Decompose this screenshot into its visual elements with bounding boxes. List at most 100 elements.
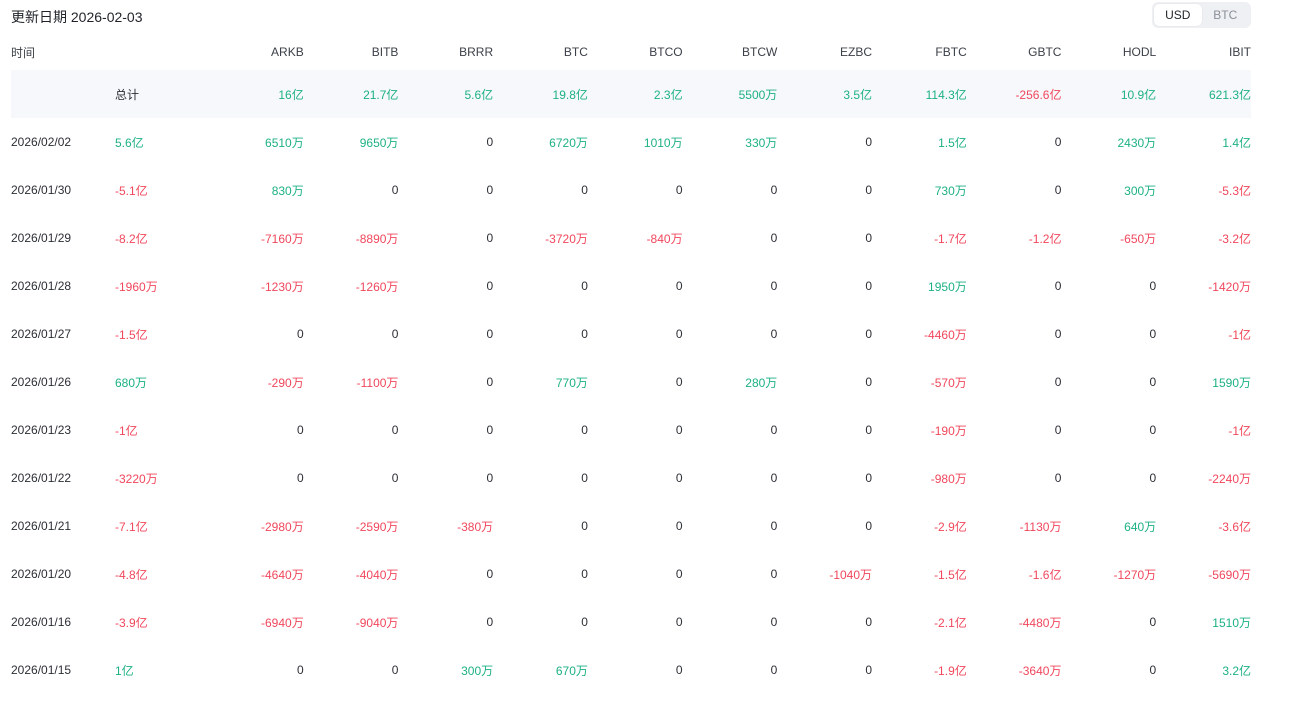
row-value-cell: 0: [486, 327, 494, 341]
row-value-cell: -290万: [267, 375, 304, 390]
row-value-cell: -1100万: [356, 375, 399, 390]
row-value-cell: 6510万: [265, 135, 304, 150]
row-value-cell: -1130万: [1019, 519, 1062, 534]
table-body: 总计 16亿 21.7亿 5.6亿 19.8亿 2.3亿 5500万 3.5亿 …: [11, 70, 1251, 694]
table-row: 2026/02/02 5.6亿 6510万 9650万 0 6720万 1010万 330万 0…: [11, 118, 1251, 166]
row-value-cell: -1270万: [1113, 567, 1157, 582]
update-date-label: 更新日期 2026-02-03: [11, 9, 143, 25]
row-value-cell: 0: [1149, 423, 1157, 437]
row-value-cell: 0: [1054, 471, 1062, 485]
row-date-cell: 2026/01/16: [11, 615, 72, 629]
row-value-cell: 0: [675, 423, 683, 437]
row-date-cell: 2026/01/22: [11, 471, 72, 485]
row-value-cell: 0: [391, 183, 399, 197]
row-value-cell: 0: [770, 327, 778, 341]
row-value-cell: 1950万: [928, 279, 967, 294]
row-value-cell: 0: [1054, 183, 1062, 197]
row-value-cell: -570万: [930, 375, 967, 390]
summary-cell: 114.3亿: [872, 70, 967, 118]
row-value-cell: 0: [865, 327, 873, 341]
summary-cell: 3.5亿: [777, 70, 873, 118]
row-value-cell: -4040万: [355, 567, 399, 582]
row-value-cell: -1260万: [355, 279, 399, 294]
table-row: 2026/01/30 -5.1亿 830万 0 0 0 0 0 0 730万 0 300万 -5.3亿: [11, 166, 1251, 214]
row-value-cell: -1.6亿: [1028, 567, 1062, 582]
row-value-cell: 0: [675, 183, 683, 197]
currency-toggle[interactable]: USD BTC: [1152, 2, 1251, 28]
row-value-cell: 0: [297, 663, 304, 677]
row-value-cell: 0: [486, 471, 494, 485]
row-value-cell: 0: [770, 567, 778, 581]
row-value-cell: 0: [770, 663, 778, 677]
row-value-cell: 1010万: [643, 135, 683, 150]
row-date-cell: 2026/02/02: [11, 135, 72, 149]
row-value-cell: 0: [865, 519, 873, 533]
row-value-cell: 770万: [555, 375, 588, 390]
header-gbtc: GBTC: [1028, 45, 1062, 59]
header-btco: BTCO: [649, 45, 683, 59]
header-bitb: BITB: [371, 45, 399, 59]
row-value-cell: 2430万: [1117, 135, 1157, 150]
row-value-cell: 0: [675, 471, 683, 485]
summary-cell: -256.6亿: [966, 70, 1062, 118]
row-value-cell: -2590万: [355, 519, 399, 534]
row-value-cell: 0: [391, 327, 399, 341]
row-value-cell: 0: [1054, 327, 1062, 341]
currency-usd-button[interactable]: USD: [1154, 4, 1202, 26]
row-date-cell: 2026/01/28: [11, 279, 72, 293]
row-value-cell: -380万: [457, 519, 494, 534]
row-value-cell: 0: [1149, 375, 1157, 389]
row-value-cell: 0: [770, 615, 778, 629]
row-value-cell: 0: [391, 423, 399, 437]
top-bar: 更新日期 2026-02-03 USD BTC: [11, 0, 1251, 34]
row-value-cell: -190万: [930, 423, 967, 438]
table-row: 2026/01/27 -1.5亿 0 0 0 0 0 0 0 -4460万 0 0 -1亿: [11, 310, 1251, 358]
row-date-cell: 2026/01/21: [11, 519, 72, 533]
currency-btc-button[interactable]: BTC: [1202, 4, 1250, 26]
row-value-cell: -1.9亿: [934, 663, 967, 678]
row-date-cell: 2026/01/15: [11, 663, 72, 677]
row-value-cell: 0: [770, 279, 778, 293]
row-value-cell: -5690万: [1208, 567, 1251, 582]
row-value-cell: 1510万: [1212, 615, 1251, 630]
row-value-cell: -3640万: [1018, 663, 1062, 678]
row-value-cell: 0: [770, 519, 778, 533]
row-value-cell: 6720万: [549, 135, 588, 150]
row-value-cell: -2.1亿: [934, 615, 967, 630]
row-value-cell: -3720万: [545, 231, 588, 246]
summary-cell: 5500万: [682, 70, 778, 118]
row-total-cell: 1亿: [115, 663, 134, 678]
row-value-cell: 0: [675, 375, 683, 389]
row-value-cell: 0: [1149, 663, 1157, 677]
row-value-cell: 0: [486, 279, 494, 293]
row-value-cell: 0: [486, 183, 494, 197]
row-total-cell: -8.2亿: [115, 231, 148, 246]
row-value-cell: -3.2亿: [1218, 231, 1251, 246]
header-fbtc: FBTC: [935, 45, 967, 59]
row-value-cell: 640万: [1124, 519, 1157, 534]
table-row: 2026/01/29 -8.2亿 -7160万 -8890万 0 -3720万 -840万 0…: [11, 214, 1251, 262]
row-value-cell: -6940万: [261, 615, 304, 630]
row-value-cell: 670万: [555, 663, 588, 678]
row-value-cell: 9650万: [359, 135, 399, 150]
row-value-cell: 0: [1149, 615, 1157, 629]
row-value-cell: -4460万: [924, 327, 967, 342]
row-value-cell: -1.5亿: [934, 567, 967, 582]
row-value-cell: -1亿: [1228, 327, 1251, 342]
row-value-cell: 0: [581, 471, 588, 485]
header-total: [115, 34, 209, 70]
row-value-cell: 3.2亿: [1222, 663, 1251, 678]
row-value-cell: 1.5亿: [938, 135, 967, 150]
etf-flow-table: 时间 ARKB BITB BRRR BTC BTCO BTCW EZBC FBT…: [11, 34, 1251, 694]
row-value-cell: 0: [865, 135, 873, 149]
header-hodl: HODL: [1122, 45, 1157, 59]
row-value-cell: -1.7亿: [934, 231, 967, 246]
row-value-cell: 300万: [461, 663, 494, 678]
row-value-cell: 280万: [745, 375, 778, 390]
row-value-cell: 0: [581, 519, 588, 533]
row-value-cell: 0: [675, 519, 683, 533]
header-arkb: ARKB: [271, 45, 304, 59]
summary-label: 总计: [115, 70, 209, 118]
row-value-cell: 0: [297, 471, 304, 485]
row-value-cell: 0: [865, 663, 873, 677]
